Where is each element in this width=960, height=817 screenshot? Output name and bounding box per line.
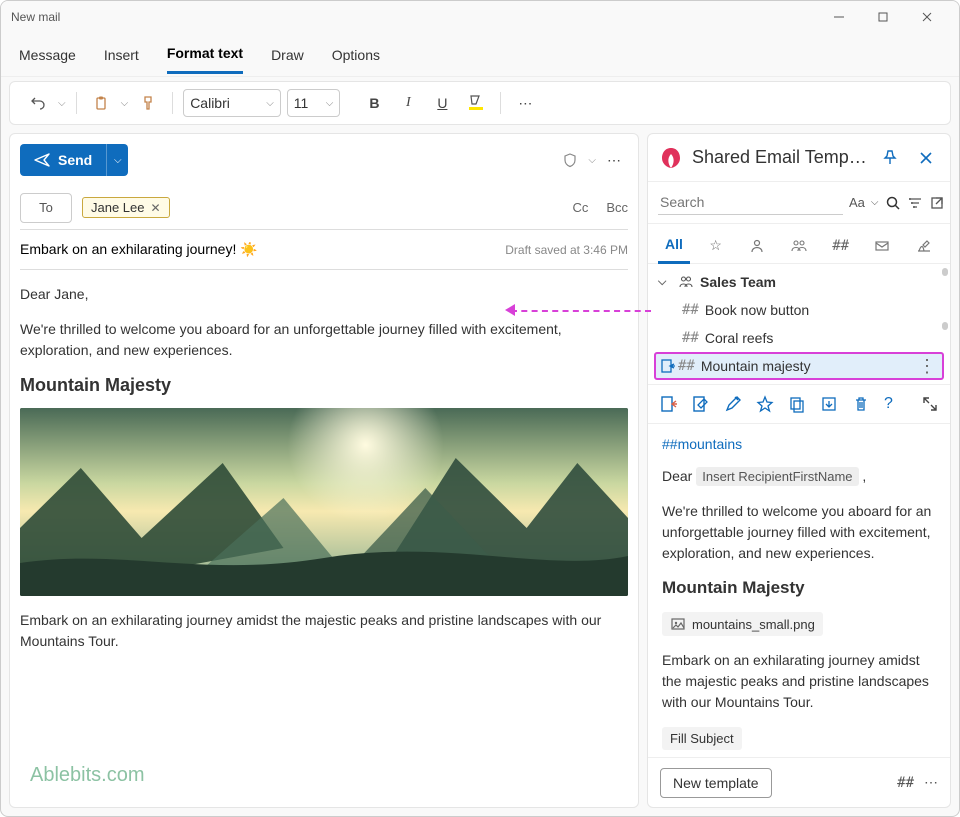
maximize-button[interactable] [861, 2, 905, 32]
tree-item-label: Coral reefs [705, 330, 940, 346]
email-heading: Mountain Majesty [20, 375, 628, 396]
tree-item-mountain-majesty[interactable]: ## Mountain majesty ⋮ [654, 352, 944, 380]
preview-greeting: Dear Insert RecipientFirstName , [662, 466, 936, 487]
window-title: New mail [11, 10, 817, 24]
draft-status: Draft saved at 3:46 PM [505, 243, 628, 257]
image-icon [670, 616, 686, 632]
chip-remove-icon[interactable]: ✕ [151, 201, 161, 215]
tab-format-text[interactable]: Format text [167, 35, 243, 74]
filter-team[interactable] [783, 228, 815, 264]
text-size-button[interactable]: Aa [849, 190, 865, 216]
bcc-button[interactable]: Bcc [606, 200, 628, 215]
search-input[interactable] [658, 190, 843, 215]
tree-item-coral-reefs[interactable]: ## Coral reefs [654, 324, 944, 352]
send-dropdown[interactable]: ⌵ [106, 144, 128, 176]
favorite-icon[interactable] [756, 393, 774, 415]
email-image [20, 408, 628, 596]
filter-favorites[interactable]: ☆ [700, 228, 732, 264]
annotation-arrow [511, 310, 651, 312]
email-body[interactable]: Dear Jane, We're thrilled to welcome you… [20, 270, 628, 797]
recipient-chip-name: Jane Lee [91, 200, 145, 215]
tree-item-book-now[interactable]: ## Book now button [654, 296, 944, 324]
help-icon[interactable]: ? [884, 393, 893, 415]
filter-person[interactable] [741, 228, 773, 264]
ablebits-logo-icon [658, 145, 684, 171]
email-intro: We're thrilled to welcome you aboard for… [20, 319, 628, 361]
font-name-value: Calibri [190, 95, 262, 111]
edit-icon[interactable] [724, 393, 742, 415]
tab-insert[interactable]: Insert [104, 37, 139, 73]
edit-in-editor-icon[interactable] [692, 393, 710, 415]
minimize-button[interactable] [817, 2, 861, 32]
search-icon[interactable] [885, 190, 901, 216]
pin-icon[interactable] [876, 144, 904, 172]
encryption-button[interactable] [556, 146, 584, 174]
tree-folder-sales-team[interactable]: ⌵ Sales Team [654, 268, 944, 296]
template-tag: ##mountains [662, 436, 936, 452]
subject-input[interactable] [20, 242, 505, 258]
highlight-button[interactable] [462, 89, 490, 117]
tree-item-label: Book now button [705, 302, 940, 318]
import-icon[interactable] [820, 393, 838, 415]
insert-macro-chip[interactable]: Insert RecipientFirstName [696, 467, 858, 486]
paste-template-icon[interactable] [660, 393, 678, 415]
close-button[interactable] [905, 2, 949, 32]
underline-button[interactable]: U [428, 89, 456, 117]
footer-more-icon[interactable]: ⋯ [924, 774, 938, 791]
insert-template-icon [660, 358, 676, 374]
font-name-select[interactable]: Calibri ⌵ [183, 89, 281, 117]
bold-button[interactable]: B [360, 89, 388, 117]
tab-message[interactable]: Message [19, 37, 76, 73]
fill-subject-chip[interactable]: Fill Subject [662, 727, 742, 750]
preview-body: Embark on an exhilarating journey amidst… [662, 650, 936, 713]
watermark: Ablebits.com [30, 764, 145, 787]
shortcut-icon: ## [678, 358, 695, 374]
tab-options[interactable]: Options [332, 37, 380, 73]
new-template-button[interactable]: New template [660, 768, 772, 798]
cc-button[interactable]: Cc [572, 200, 588, 215]
team-icon [678, 274, 694, 290]
filter-all[interactable]: All [658, 228, 690, 264]
preview-heading: Mountain Majesty [662, 578, 936, 598]
font-size-value: 11 [294, 95, 322, 111]
expand-icon[interactable] [921, 393, 939, 415]
to-button-label: To [39, 200, 53, 215]
send-button[interactable]: Send [20, 152, 106, 168]
format-painter-button[interactable] [134, 89, 162, 117]
panel-close-icon[interactable] [912, 144, 940, 172]
email-greeting: Dear Jane, [20, 284, 628, 305]
shortcut-icon: ## [682, 302, 699, 318]
shortcut-icon: ## [682, 330, 699, 346]
preview-intro: We're thrilled to welcome you aboard for… [662, 501, 936, 564]
annotation-arrow-head [505, 304, 515, 316]
font-size-select[interactable]: 11 ⌵ [287, 89, 341, 117]
compose-more-button[interactable]: ⋯ [600, 146, 628, 174]
footer-shortcuts-icon[interactable]: ## [897, 775, 914, 791]
panel-title: Shared Email Temp… [692, 147, 868, 168]
sort-button[interactable] [907, 190, 923, 216]
email-body-text: Embark on an exhilarating journey amidst… [20, 610, 628, 652]
open-external-icon[interactable] [929, 190, 945, 216]
chevron-down-icon: ⌵ [658, 276, 672, 289]
delete-icon[interactable] [852, 393, 870, 415]
undo-button[interactable] [24, 89, 52, 117]
recipient-chip[interactable]: Jane Lee ✕ [82, 197, 170, 218]
italic-button[interactable]: I [394, 89, 422, 117]
search-dropdown-icon[interactable]: ⌵ [871, 190, 879, 216]
to-button[interactable]: To [20, 193, 72, 223]
tree-item-label: Mountain majesty [701, 358, 938, 374]
tab-draw[interactable]: Draw [271, 37, 304, 73]
more-formatting-button[interactable]: ⋯ [511, 89, 539, 117]
filter-shortcuts[interactable]: ## [825, 228, 857, 264]
send-button-label: Send [58, 152, 92, 168]
tree-folder-label: Sales Team [700, 274, 940, 290]
copy-icon[interactable] [788, 393, 806, 415]
filter-signature[interactable] [908, 228, 940, 264]
attachment-name: mountains_small.png [692, 617, 815, 632]
attachment-chip[interactable]: mountains_small.png [662, 612, 823, 636]
filter-mail[interactable] [866, 228, 898, 264]
paste-button[interactable] [87, 89, 115, 117]
